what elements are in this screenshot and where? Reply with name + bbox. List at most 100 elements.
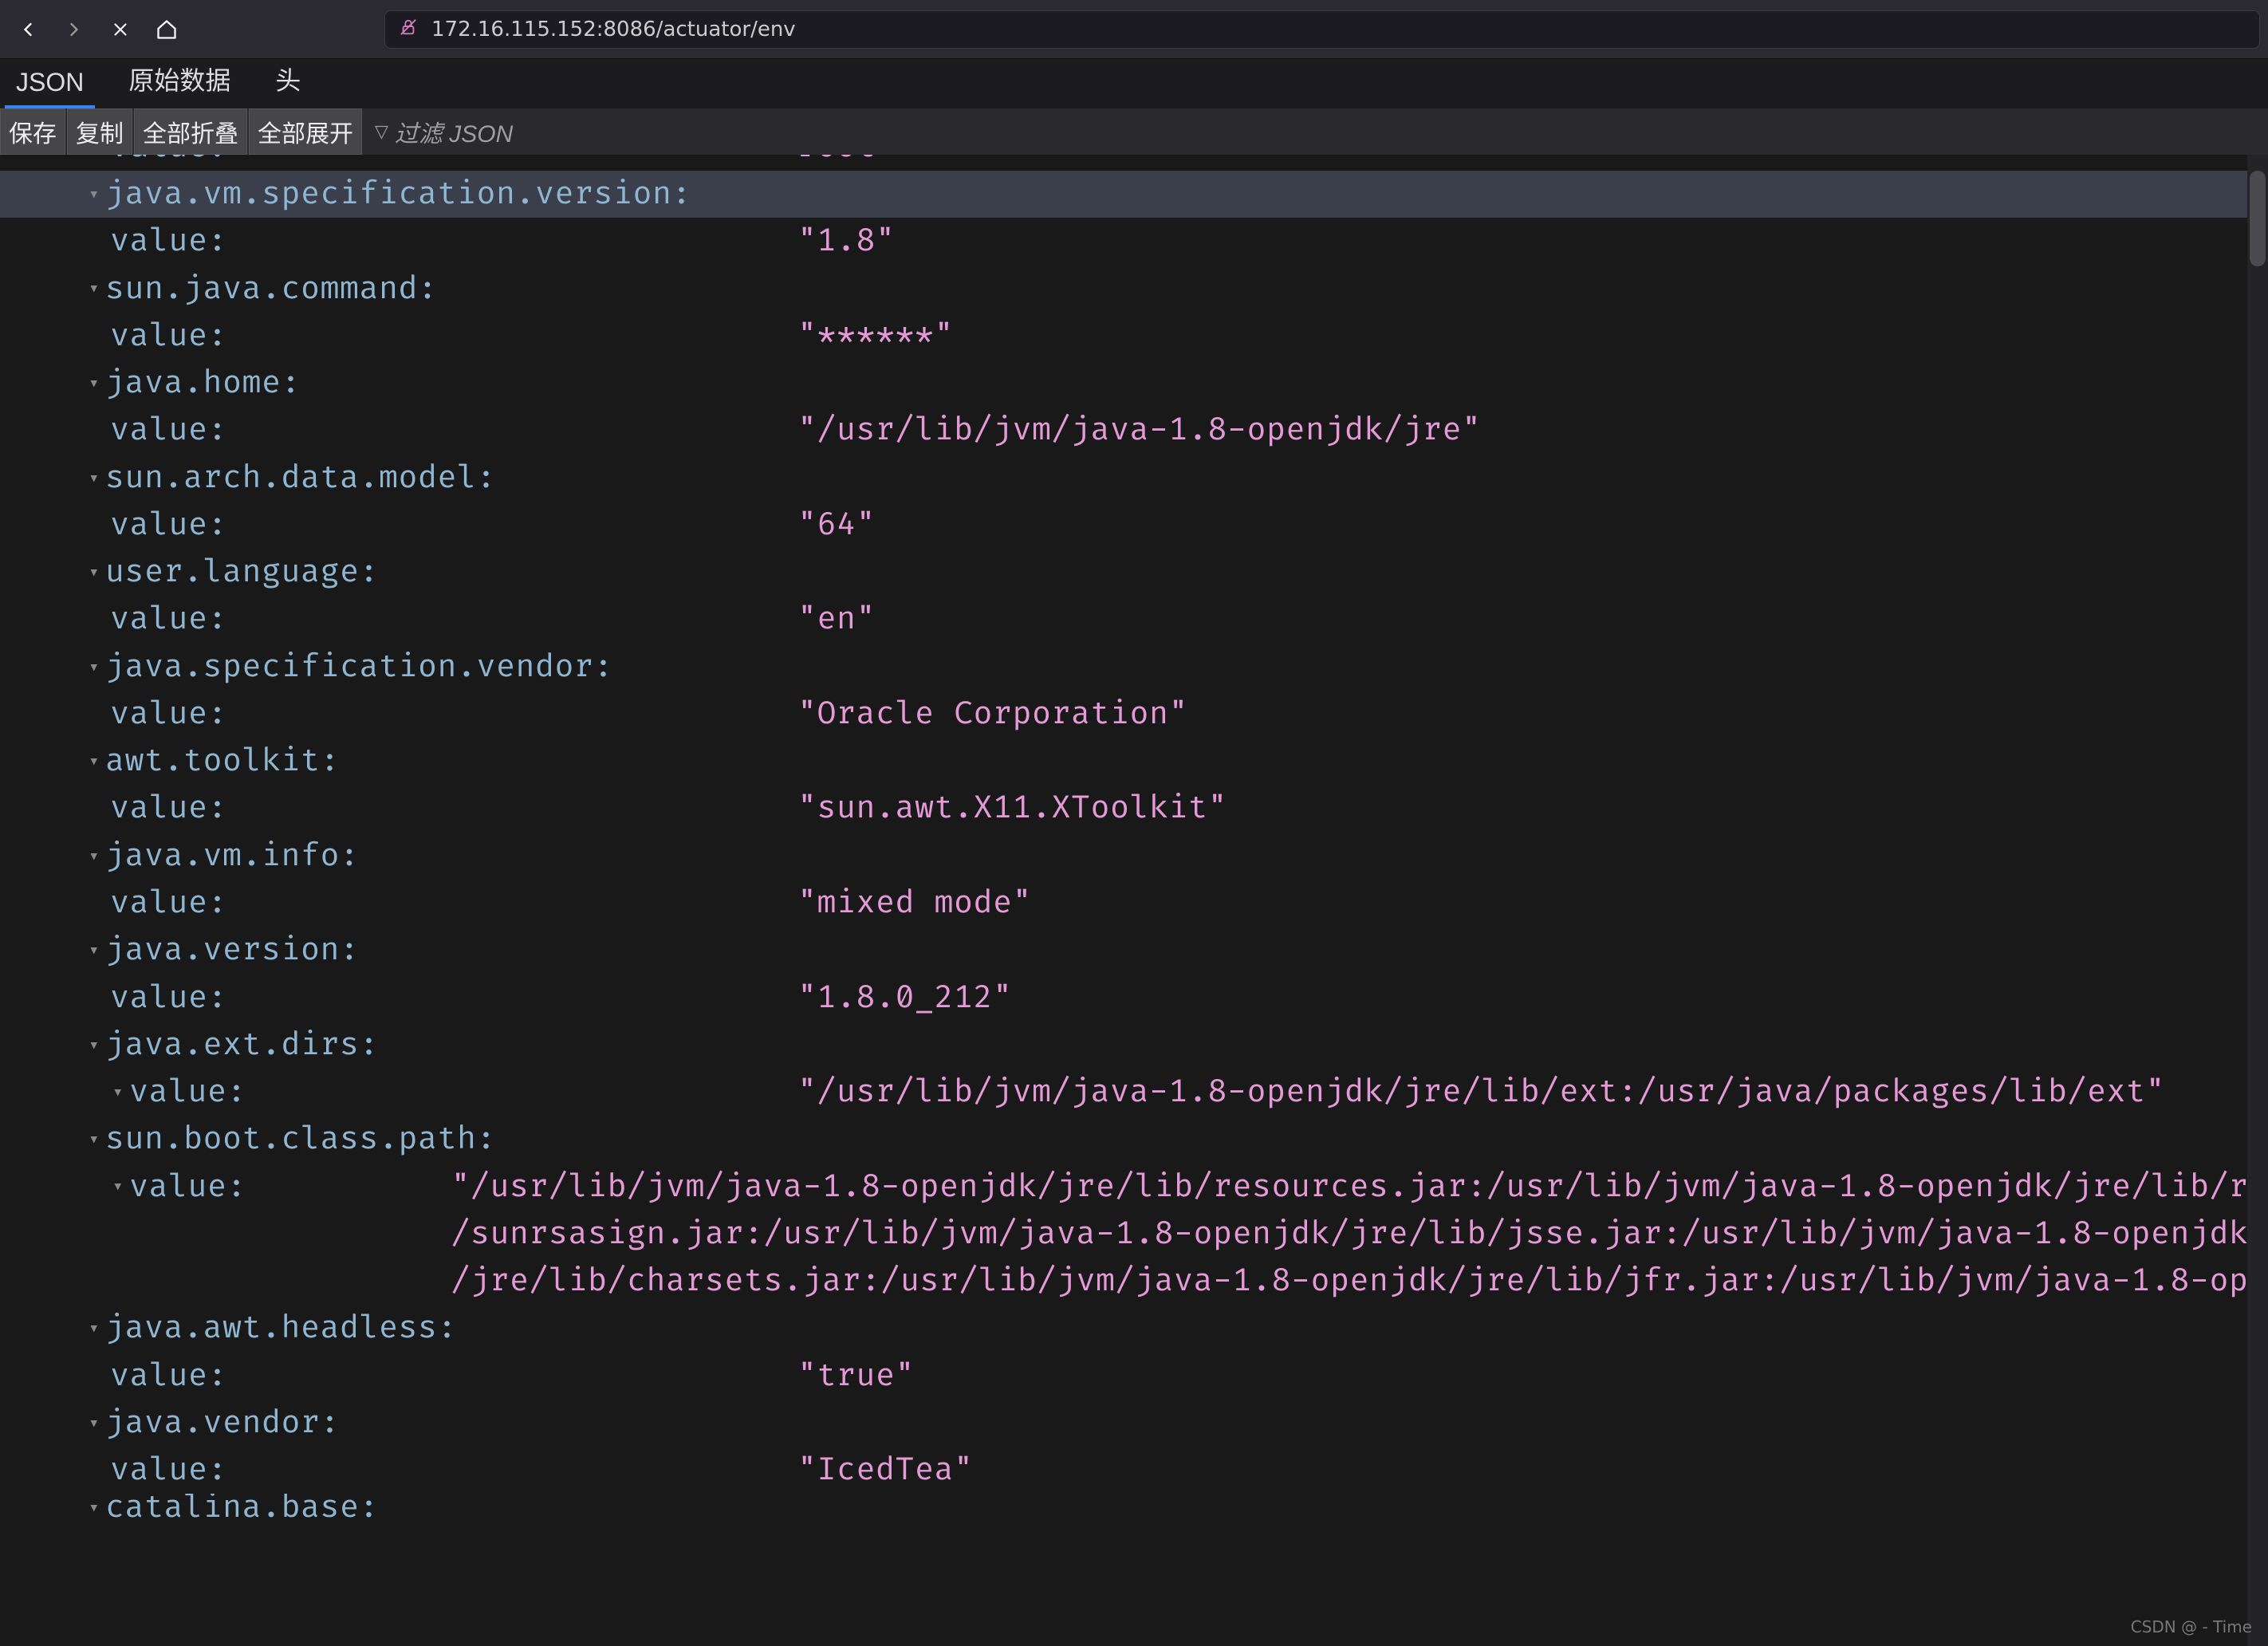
tab-json[interactable]: JSON [5, 63, 95, 108]
json-row[interactable]: ▾java.home: [0, 360, 2268, 407]
json-key-cell: value: [0, 218, 797, 265]
json-row[interactable]: value:"en" [0, 596, 2268, 643]
twisty-icon[interactable]: ▾ [86, 654, 102, 680]
forward-button[interactable] [54, 10, 94, 49]
json-row[interactable]: value:"64" [0, 502, 2268, 549]
expand-all-button[interactable]: 全部展开 [249, 108, 362, 155]
vertical-scrollbar[interactable] [2247, 155, 2268, 1646]
scrollbar-thumb[interactable] [2250, 171, 2266, 266]
json-key-cell: ▾java.ext.dirs: [0, 1022, 797, 1069]
json-key: java.ext.dirs: [105, 1022, 379, 1069]
twisty-icon[interactable]: ▾ [86, 559, 102, 585]
back-button[interactable] [8, 10, 48, 49]
json-viewer[interactable]: value: root▾java.vm.specification.version… [0, 155, 2268, 1521]
twisty-icon[interactable]: ▾ [110, 1079, 126, 1105]
json-value: "******" [797, 313, 954, 360]
json-key-cell: ▾awt.toolkit: [0, 738, 797, 785]
json-key: catalina.base: [105, 1494, 379, 1521]
json-key: java.home: [105, 360, 301, 407]
stop-button[interactable] [100, 10, 140, 49]
json-key: value: [110, 218, 227, 265]
json-key: value: [110, 313, 227, 360]
json-row[interactable]: value:"/usr/lib/jvm/java-1.8-openjdk/jre… [0, 407, 2268, 454]
json-key-cell: ▾java.vm.info: [0, 833, 797, 880]
json-row[interactable]: ▾java.awt.headless: [0, 1305, 2268, 1352]
json-row[interactable]: ▾java.specification.vendor: [0, 644, 2268, 691]
url-text: 172.16.115.152:8086/actuator/env [431, 18, 796, 41]
json-row[interactable]: ▾sun.arch.data.model: [0, 455, 2268, 502]
filter-json-input[interactable]: ▽ 过滤 JSON [364, 114, 513, 149]
filter-icon: ▽ [375, 121, 388, 142]
twisty-icon[interactable]: ▾ [86, 1032, 102, 1058]
json-row[interactable]: ▾java.version: [0, 927, 2268, 974]
twisty-icon[interactable]: ▾ [86, 1494, 102, 1521]
json-value: "1.8" [797, 218, 896, 265]
json-row[interactable]: value:"Oracle Corporation" [0, 691, 2268, 738]
collapse-all-button[interactable]: 全部折叠 [134, 108, 247, 155]
twisty-icon[interactable]: ▾ [86, 843, 102, 869]
twisty-icon[interactable]: ▾ [110, 1173, 126, 1199]
twisty-icon[interactable]: ▾ [86, 937, 102, 963]
json-row[interactable]: ▾java.vm.info: [0, 833, 2268, 880]
json-row[interactable]: ▾sun.boot.class.path: [0, 1116, 2268, 1163]
json-row[interactable]: value:"IcedTea" [0, 1447, 2268, 1494]
twisty-icon[interactable]: ▾ [86, 1126, 102, 1152]
json-key-cell: value: [0, 313, 797, 360]
json-row[interactable]: ▾value: "/usr/lib/jvm/java-1.8-openjdk/jr… [0, 1164, 2268, 1211]
json-value: "true" [797, 1353, 915, 1400]
twisty-icon[interactable]: ▾ [86, 181, 102, 207]
json-row[interactable]: ▾user.language: [0, 549, 2268, 596]
json-key-cell: ▾sun.arch.data.model: [0, 455, 797, 502]
json-row[interactable]: value:"true" [0, 1353, 2268, 1400]
json-key-cell: value: [0, 691, 797, 738]
copy-button[interactable]: 复制 [67, 108, 132, 155]
json-value: "/usr/lib/jvm/java-1.8-openjdk/jre" [797, 407, 1482, 454]
json-key-cell: value: [0, 975, 797, 1022]
twisty-icon[interactable]: ▾ [86, 1410, 102, 1436]
twisty-icon[interactable]: ▾ [86, 370, 102, 396]
json-row[interactable]: ▾awt.toolkit: [0, 738, 2268, 785]
json-row[interactable]: ▾sun.java.command: [0, 266, 2268, 313]
json-row[interactable]: ▾catalina.base: [0, 1494, 2268, 1521]
json-key: value: [129, 1069, 246, 1116]
json-key: sun.arch.data.model: [105, 455, 496, 502]
json-key-cell: ▾java.specification.vendor: [0, 644, 797, 691]
json-row[interactable]: value: "******" [0, 313, 2268, 360]
json-row[interactable]: value: "1.8" [0, 218, 2268, 265]
json-key: value: [129, 1164, 246, 1211]
json-row[interactable]: ▾java.vm.specification.version: [0, 171, 2268, 218]
json-key-cell: value: [0, 1353, 797, 1400]
browser-chrome: 172.16.115.152:8086/actuator/env [0, 0, 2268, 59]
tab-raw-data[interactable]: 原始数据 [117, 56, 242, 108]
json-key: awt.toolkit: [105, 738, 340, 785]
json-row[interactable]: ▾java.vendor: [0, 1400, 2268, 1447]
url-bar[interactable]: 172.16.115.152:8086/actuator/env [384, 10, 2260, 49]
json-value: "/usr/lib/jvm/java-1.8-openjdk/jre/lib/r… [451, 1164, 2268, 1211]
json-key-cell: ▾java.vm.specification.version: [0, 171, 797, 218]
json-key-cell: value: [0, 502, 797, 549]
twisty-icon[interactable]: ▾ [86, 465, 102, 491]
json-row[interactable]: value: root [0, 155, 2268, 171]
json-key-cell: ▾java.awt.headless: [0, 1305, 797, 1352]
json-key-cell: ▾java.home: [0, 360, 797, 407]
twisty-icon[interactable]: ▾ [86, 275, 102, 301]
tab-headers[interactable]: 头 [264, 56, 312, 108]
twisty-icon[interactable]: ▾ [86, 1315, 102, 1341]
json-row[interactable]: value:"sun.awt.X11.XToolkit" [0, 785, 2268, 832]
json-row[interactable]: ▾java.ext.dirs: [0, 1022, 2268, 1069]
save-button[interactable]: 保存 [0, 108, 65, 155]
json-row[interactable]: ▾value:"/usr/lib/jvm/java-1.8-openjdk/jr… [0, 1069, 2268, 1116]
json-row[interactable]: value:"1.8.0_212" [0, 975, 2268, 1022]
json-value: root [797, 155, 876, 171]
json-key-cell: ▾user.language: [0, 549, 797, 596]
json-value: "Oracle Corporation" [797, 691, 1188, 738]
home-button[interactable] [147, 10, 187, 49]
json-key: value: [110, 155, 227, 171]
json-key: value: [110, 975, 227, 1022]
json-value: "IcedTea" [797, 1447, 974, 1494]
twisty-icon[interactable]: ▾ [86, 748, 102, 774]
json-key: sun.boot.class.path: [105, 1116, 496, 1163]
json-row[interactable]: value:"mixed mode" [0, 880, 2268, 927]
json-key: value: [110, 880, 227, 927]
json-toolbar: 保存 复制 全部折叠 全部展开 ▽ 过滤 JSON [0, 108, 2268, 155]
